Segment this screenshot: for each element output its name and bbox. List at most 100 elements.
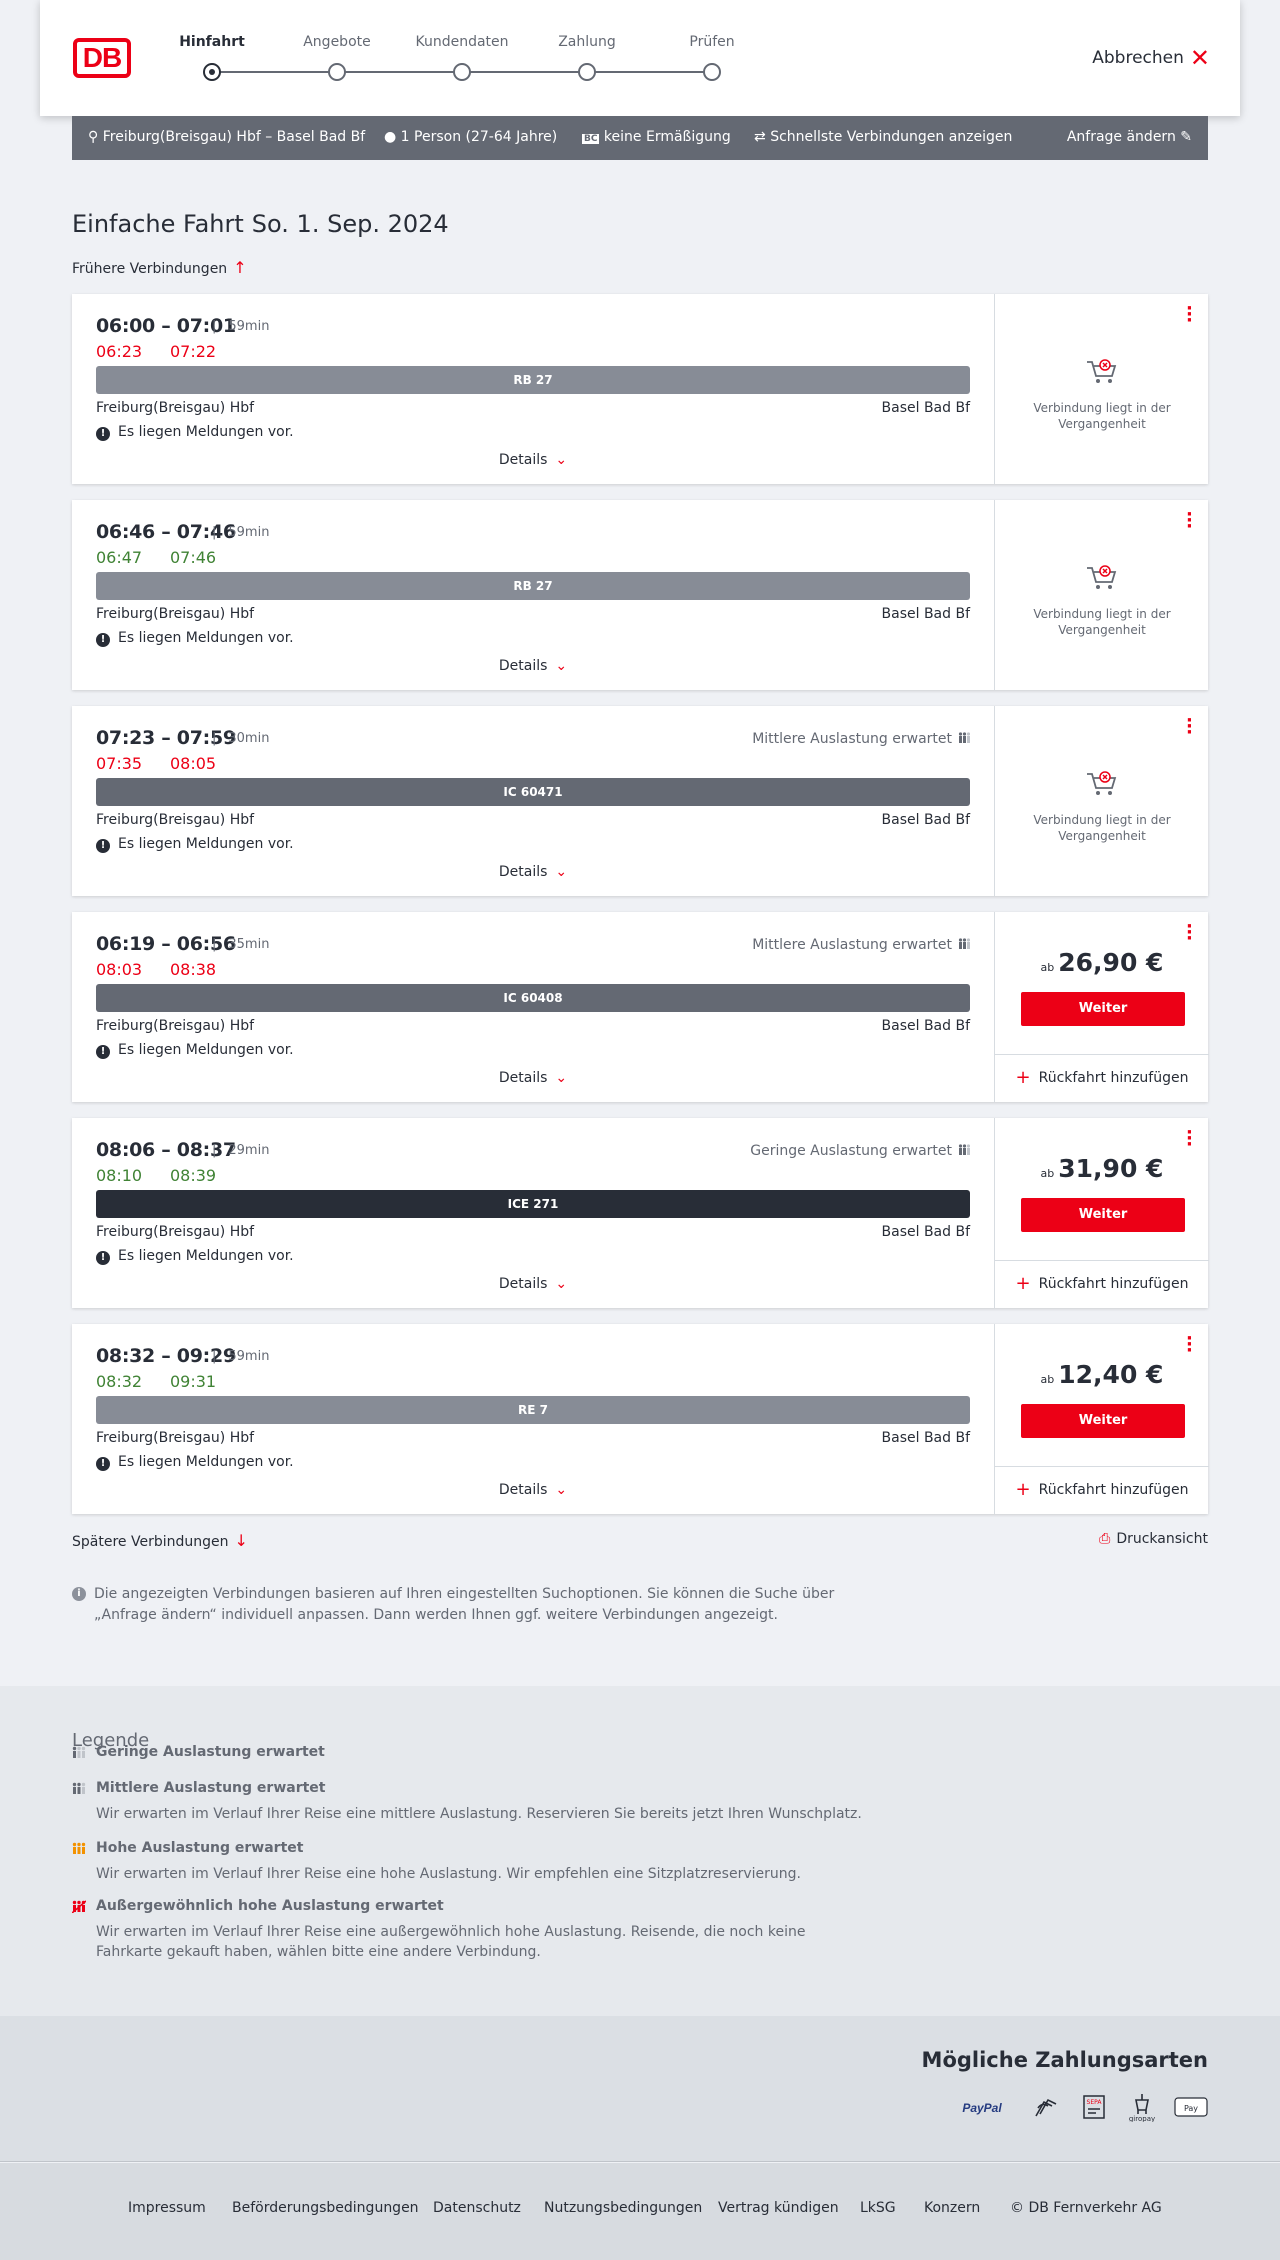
arrow-down-icon: ↓ — [234, 1531, 248, 1550]
occupancy-level-icon — [72, 1900, 86, 1913]
travel-date: So. 1. Sep. 2024 — [251, 210, 449, 238]
cancel-button[interactable]: Abbrechen ✕ — [1092, 44, 1210, 72]
svg-text:giropay: giropay — [1129, 2115, 1155, 2122]
step-dot-angebote — [328, 63, 346, 81]
cart-unavailable-icon — [1087, 771, 1117, 795]
booking-header: DB Hinfahrt Angebote Kundendaten Zahlung… — [40, 0, 1240, 116]
arrival-station: Basel Bad Bf — [881, 812, 970, 828]
arrival-station: Basel Bad Bf — [881, 1224, 970, 1240]
giropay-icon: giropay — [1129, 2094, 1155, 2122]
paypal-icon: PayPal — [962, 2101, 1002, 2115]
alert-icon: ! — [96, 633, 110, 647]
connection-info[interactable]: 06:46 – 07:46 | 59min 06:47 07:46 RB 27 Freibu… — [72, 500, 994, 690]
offer-panel: · · · ab 26,90 € Weiter + Rückfahrt hinzufügen — [994, 912, 1209, 1102]
details-toggle[interactable]: Details ⌄ — [72, 1070, 994, 1086]
details-toggle[interactable]: Details ⌄ — [72, 658, 994, 674]
continue-button[interactable]: Weiter — [1021, 1198, 1185, 1232]
realtime-departure: 08:10 — [96, 1166, 143, 1185]
discount-summary[interactable]: BC keine Ermäßigung — [582, 129, 731, 145]
footer-link-vertrag-kuendigen[interactable]: Vertrag kündigen — [718, 2200, 839, 2216]
train-bar: IC 60471 — [96, 778, 970, 806]
chevron-down-icon: ⌄ — [555, 864, 568, 880]
print-view-link[interactable]: ⎙ Druckansicht — [1099, 1531, 1208, 1547]
later-connections-link[interactable]: Spätere Verbindungen ↓ — [72, 1531, 248, 1550]
printer-icon: ⎙ — [1099, 1531, 1111, 1547]
arrival-station: Basel Bad Bf — [881, 400, 970, 416]
arrival-station: Basel Bad Bf — [881, 1018, 970, 1034]
footer-link-impressum[interactable]: Impressum — [128, 2200, 206, 2216]
continue-button[interactable]: Weiter — [1021, 992, 1185, 1026]
offer-panel: · · · Verbindung liegt in der Vergangenheit — [994, 500, 1208, 690]
footer-link-befoerderungsbedingungen[interactable]: Beförderungsbedingungen — [232, 2200, 419, 2216]
change-request-button[interactable]: Anfrage ändern ✎ — [1067, 129, 1192, 145]
chevron-down-icon: ⌄ — [555, 1276, 568, 1292]
connection-card: 08:32 – 09:29 | 59min 08:32 09:31 RE 7 Freibur… — [72, 1324, 1209, 1514]
bahncard-icon: BC — [582, 134, 600, 144]
train-bar: IC 60408 — [96, 984, 970, 1012]
step-angebote: Angebote — [303, 34, 371, 50]
notice-message: ! Es liegen Meldungen vor. — [96, 1248, 294, 1265]
earlier-connections-link[interactable]: Frühere Verbindungen ↑ — [72, 258, 247, 277]
realtime-arrival: 08:38 — [170, 960, 217, 979]
realtime-arrival: 09:31 — [170, 1372, 217, 1391]
connection-card: 06:19 – 06:56 | 35min 08:03 08:38 Mittlere Au… — [72, 912, 1209, 1102]
step-dot-hinfahrt — [203, 63, 221, 81]
details-toggle[interactable]: Details ⌄ — [72, 452, 994, 468]
more-options-icon[interactable]: · · · — [1186, 918, 1193, 948]
add-return-trip-button[interactable]: + Rückfahrt hinzufügen — [995, 1260, 1209, 1308]
alert-icon: ! — [96, 1251, 110, 1265]
footer-link-datenschutz[interactable]: Datenschutz — [433, 2200, 521, 2216]
notice-message: ! Es liegen Meldungen vor. — [96, 1454, 294, 1471]
step-hinfahrt: Hinfahrt — [179, 34, 245, 50]
footer-link-nutzungsbedingungen[interactable]: Nutzungsbedingungen — [544, 2200, 702, 2216]
cart-unavailable-icon — [1087, 359, 1117, 383]
train-bar: RE 7 — [96, 1396, 970, 1424]
train-bar: RB 27 — [96, 366, 970, 394]
add-return-trip-button[interactable]: + Rückfahrt hinzufügen — [995, 1054, 1209, 1102]
arrival-station: Basel Bad Bf — [881, 606, 970, 622]
search-summary-bar: ⚲ Freiburg(Breisgau) Hbf – Basel Bad Bf … — [72, 116, 1208, 160]
details-toggle[interactable]: Details ⌄ — [72, 1276, 994, 1292]
step-dot-kundendaten — [453, 63, 471, 81]
connection-info[interactable]: 08:06 – 08:37 | 29min 08:10 08:39 Geringe Aus… — [72, 1118, 994, 1308]
offer-panel: · · · ab 12,40 € Weiter + Rückfahrt hinzufügen — [994, 1324, 1209, 1514]
occupancy-level-icon — [72, 1782, 86, 1794]
occupancy-level-icon — [72, 1746, 86, 1758]
train-bar: RB 27 — [96, 572, 970, 600]
passenger-summary[interactable]: ● 1 Person (27-64 Jahre) — [384, 129, 557, 145]
chevron-down-icon: ⌄ — [555, 452, 568, 468]
step-pruefen: Prüfen — [689, 34, 735, 50]
footer-link-lksg[interactable]: LkSG — [860, 2200, 896, 2216]
connection-info[interactable]: 08:32 – 09:29 | 59min 08:32 09:31 RE 7 Freibur… — [72, 1324, 994, 1514]
more-options-icon[interactable]: · · · — [1186, 1330, 1193, 1360]
payment-title: Mögliche Zahlungsarten — [921, 2048, 1208, 2072]
fastest-connections-toggle[interactable]: ⇄ Schnellste Verbindungen anzeigen — [754, 129, 1012, 145]
details-toggle[interactable]: Details ⌄ — [72, 864, 994, 880]
train-bar: ICE 271 — [96, 1190, 970, 1218]
plus-icon: + — [1015, 1067, 1031, 1088]
connection-info[interactable]: 06:19 – 06:56 | 35min 08:03 08:38 Mittlere Au… — [72, 912, 994, 1102]
svg-text:Pay: Pay — [1184, 2104, 1198, 2113]
chevron-down-icon: ⌄ — [555, 1482, 568, 1498]
payment-methods-section: Mögliche Zahlungsarten PayPal SEPA girop… — [0, 2016, 1280, 2162]
past-connection-note: Verbindung liegt in der Vergangenheit — [1033, 401, 1171, 431]
add-return-trip-button[interactable]: + Rückfahrt hinzufügen — [995, 1466, 1209, 1514]
search-info-note: i Die angezeigten Verbindungen basieren a… — [72, 1584, 852, 1626]
connection-info[interactable]: 07:23 – 07:59 | 30min 07:35 08:05 Mittlere Au… — [72, 706, 994, 896]
occupancy-level-icon — [72, 1842, 86, 1854]
realtime-departure: 08:32 — [96, 1372, 143, 1391]
continue-button[interactable]: Weiter — [1021, 1404, 1185, 1438]
svg-text:PayPal: PayPal — [962, 2101, 1002, 2115]
alert-icon: ! — [96, 427, 110, 441]
realtime-departure: 06:47 — [96, 548, 143, 567]
route-summary[interactable]: ⚲ Freiburg(Breisgau) Hbf – Basel Bad Bf — [88, 129, 365, 145]
connection-info[interactable]: 06:00 – 07:01 | 59min 06:23 07:22 RB 27 Freibu… — [72, 294, 994, 484]
more-options-icon[interactable]: · · · — [1186, 506, 1193, 536]
footer-link-konzern[interactable]: Konzern — [924, 2200, 980, 2216]
db-logo[interactable]: DB — [73, 38, 131, 78]
more-options-icon[interactable]: · · · — [1186, 300, 1193, 330]
legend-item: Geringe Auslastung erwartet — [72, 1744, 872, 1760]
more-options-icon[interactable]: · · · — [1186, 1124, 1193, 1154]
more-options-icon[interactable]: · · · — [1186, 712, 1193, 742]
details-toggle[interactable]: Details ⌄ — [72, 1482, 994, 1498]
